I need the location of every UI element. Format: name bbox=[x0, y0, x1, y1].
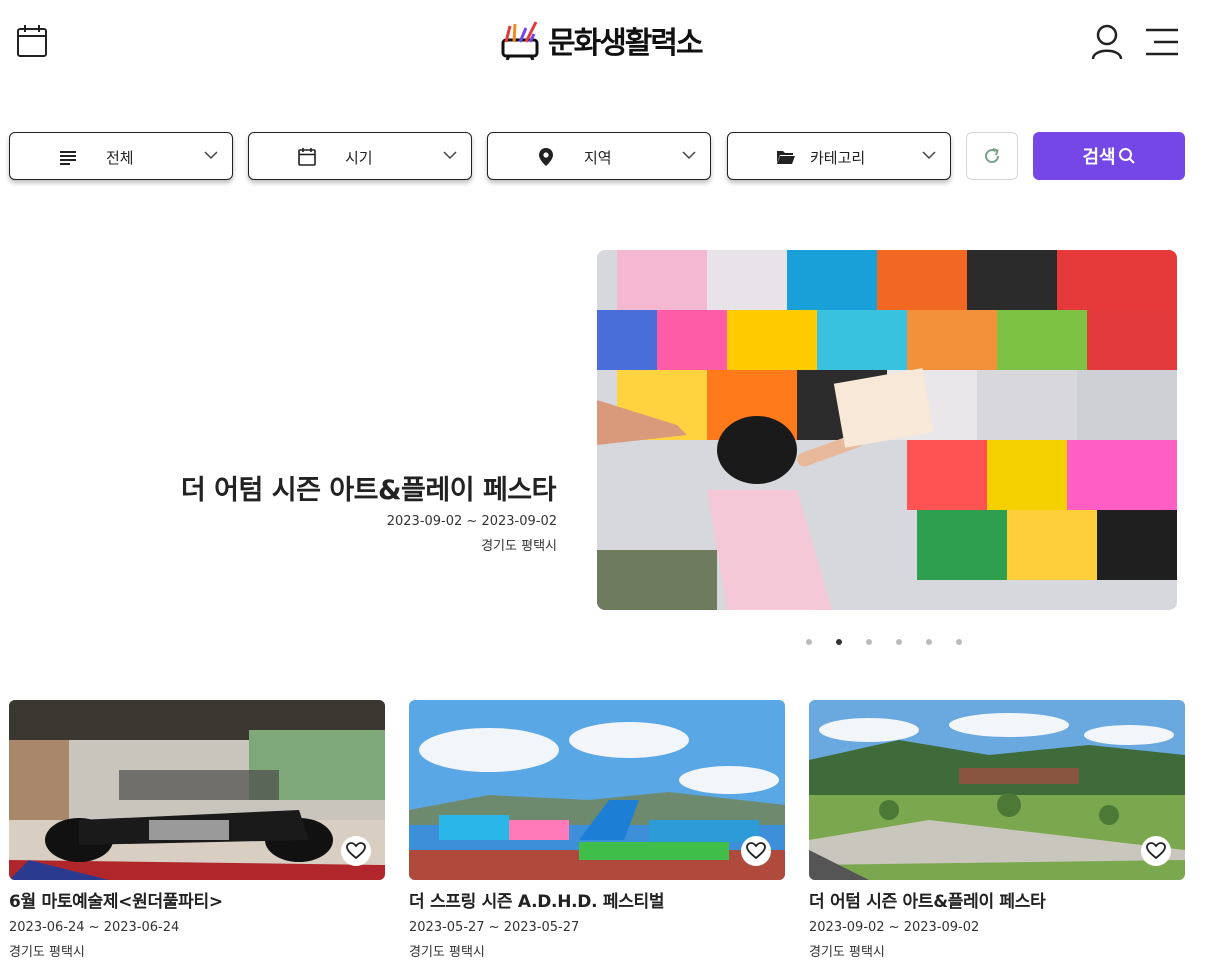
hero-image[interactable] bbox=[597, 250, 1177, 610]
carousel-dot[interactable] bbox=[926, 639, 932, 645]
carousel-dot-active[interactable] bbox=[836, 639, 842, 645]
event-card[interactable]: 더 어텀 시즌 아트&플레이 페스타 2023-09-02 ~ 2023-09-… bbox=[809, 700, 1185, 960]
filter-label: 시기 bbox=[345, 149, 373, 167]
hero-date: 2023-09-02 ~ 2023-09-02 bbox=[386, 514, 557, 529]
event-card[interactable]: 더 스프링 시즌 A.D.H.D. 페스티벌 2023-05-27 ~ 2023… bbox=[409, 700, 785, 960]
chevron-down-icon bbox=[443, 151, 457, 160]
calendar-icon bbox=[298, 148, 316, 166]
hero-title[interactable]: 더 어텀 시즌 아트&플레이 페스타 bbox=[181, 468, 557, 507]
carousel-dot[interactable] bbox=[956, 639, 962, 645]
event-card[interactable]: 6월 마토예술제<원더풀파티> 2023-06-24 ~ 2023-06-24 … bbox=[9, 700, 385, 960]
hero-location: 경기도 평택시 bbox=[481, 539, 557, 554]
carousel-dot[interactable] bbox=[806, 639, 812, 645]
user-icon[interactable] bbox=[1090, 24, 1124, 60]
event-card-image[interactable] bbox=[809, 700, 1185, 880]
event-card-date: 2023-05-27 ~ 2023-05-27 bbox=[409, 920, 580, 935]
favorite-heart-icon[interactable] bbox=[741, 836, 771, 866]
refresh-icon bbox=[985, 148, 1000, 164]
search-icon bbox=[1118, 148, 1135, 164]
carousel-dots bbox=[806, 639, 962, 645]
search-button-label: 검색 bbox=[1082, 147, 1116, 167]
carousel-dot[interactable] bbox=[866, 639, 872, 645]
list-icon bbox=[60, 151, 76, 165]
calendar-icon[interactable] bbox=[16, 24, 48, 58]
event-card-title[interactable]: 더 어텀 시즌 아트&플레이 페스타 bbox=[809, 887, 1185, 912]
search-button[interactable]: 검색 bbox=[1033, 132, 1185, 180]
location-pin-icon bbox=[539, 148, 553, 166]
favorite-heart-icon[interactable] bbox=[341, 836, 371, 866]
site-header: 문화생활력소 bbox=[0, 0, 1209, 90]
event-card-location: 경기도 평택시 bbox=[409, 945, 485, 960]
filter-all-dropdown[interactable]: 전체 bbox=[9, 132, 233, 180]
chevron-down-icon bbox=[682, 151, 696, 160]
chevron-down-icon bbox=[922, 151, 936, 160]
favorite-heart-icon[interactable] bbox=[1141, 836, 1171, 866]
logo-text: 문화생활력소 bbox=[548, 26, 704, 61]
event-card-title[interactable]: 더 스프링 시즌 A.D.H.D. 페스티벌 bbox=[409, 887, 785, 912]
filter-label: 전체 bbox=[106, 149, 134, 167]
reset-filter-button[interactable] bbox=[966, 132, 1018, 180]
folder-icon bbox=[777, 151, 795, 164]
event-card-date: 2023-06-24 ~ 2023-06-24 bbox=[9, 920, 180, 935]
filter-region-dropdown[interactable]: 지역 bbox=[487, 132, 711, 180]
carousel-dot[interactable] bbox=[896, 639, 902, 645]
filter-period-dropdown[interactable]: 시기 bbox=[248, 132, 472, 180]
event-card-title[interactable]: 6월 마토예술제<원더풀파티> bbox=[9, 887, 385, 912]
filter-label: 카테고리 bbox=[810, 149, 866, 167]
chevron-down-icon bbox=[204, 151, 218, 160]
event-card-location: 경기도 평택시 bbox=[9, 945, 85, 960]
site-logo[interactable]: 문화생활력소 bbox=[500, 18, 704, 62]
event-card-date: 2023-09-02 ~ 2023-09-02 bbox=[809, 920, 980, 935]
logo-mark-icon bbox=[501, 21, 539, 60]
event-card-image[interactable] bbox=[9, 700, 385, 880]
event-card-location: 경기도 평택시 bbox=[809, 945, 885, 960]
hamburger-menu-icon[interactable] bbox=[1144, 26, 1180, 58]
filter-label: 지역 bbox=[584, 149, 612, 167]
event-card-image[interactable] bbox=[409, 700, 785, 880]
filter-category-dropdown[interactable]: 카테고리 bbox=[727, 132, 951, 180]
